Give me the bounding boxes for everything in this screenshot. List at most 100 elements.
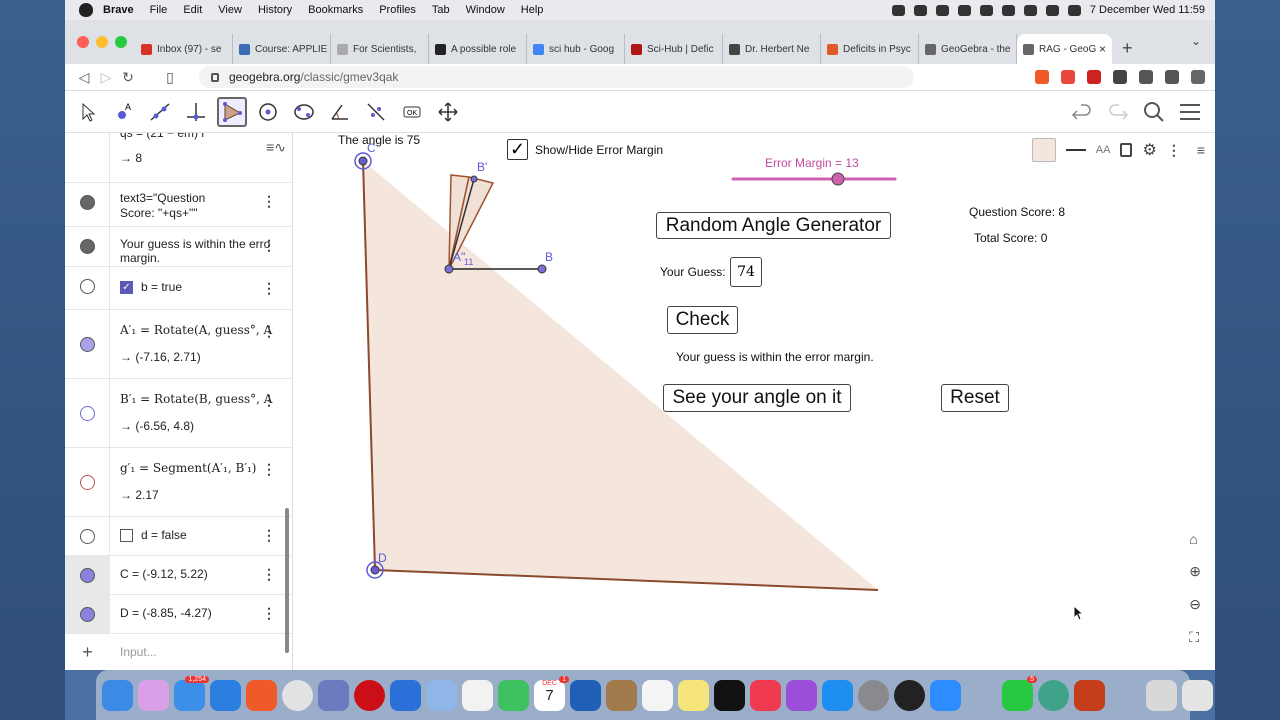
more-options-icon[interactable]: ⋮ (262, 193, 276, 210)
settings-gear-icon[interactable]: ⚙ (1142, 140, 1156, 160)
redo-icon[interactable] (1107, 103, 1129, 121)
bookmark-icon[interactable]: ▯ (159, 69, 181, 86)
algebra-row-b1[interactable]: B′₁ = Rotate(B, guess°, A → (-6.56, 4.8) … (65, 379, 292, 448)
system-preferences-icon[interactable] (858, 679, 889, 711)
reflect-tool-icon[interactable] (361, 97, 391, 127)
marble[interactable] (65, 183, 110, 226)
powerpoint-icon[interactable] (1074, 679, 1105, 711)
minimize-window-button[interactable] (96, 36, 108, 48)
algebra-input-row[interactable]: + Input... (65, 634, 292, 670)
wifi-icon[interactable] (1023, 4, 1037, 16)
tab-2[interactable]: For Scientists, (331, 34, 429, 64)
more-options-icon[interactable]: ⋮ (262, 461, 276, 478)
new-tab-button[interactable]: + (1122, 34, 1133, 64)
point-b[interactable] (537, 264, 547, 274)
tab-3[interactable]: A possible role (429, 34, 527, 64)
podcasts-icon[interactable] (786, 679, 817, 711)
sidebar-icon[interactable] (1139, 70, 1153, 84)
menu-window[interactable]: Window (466, 4, 505, 16)
add-icon[interactable]: + (65, 634, 110, 670)
menu-help[interactable]: Help (521, 4, 544, 16)
perpendicular-tool-icon[interactable] (181, 97, 211, 127)
undo-icon[interactable] (1071, 103, 1093, 121)
facetime-icon[interactable] (498, 679, 529, 711)
algebra-sort-icon[interactable]: ≡∿ (266, 139, 286, 156)
control-center-icon[interactable] (1067, 4, 1081, 16)
tab-search-chevron-icon[interactable]: ⌄ (1191, 34, 1201, 48)
fullscreen-icon[interactable]: ⛶ (1189, 629, 1201, 646)
music-icon[interactable] (750, 679, 781, 711)
text-style-icon[interactable]: AA (1096, 144, 1111, 156)
reload-button[interactable]: ↻ (117, 69, 139, 86)
more-options-icon[interactable]: ⋮ (262, 527, 276, 544)
back-button[interactable]: ◁ (73, 69, 95, 86)
menu-view[interactable]: View (218, 4, 242, 16)
whatsapp-icon[interactable]: 5 (1002, 675, 1037, 711)
checkbox-d[interactable] (120, 529, 133, 543)
safari-icon[interactable] (210, 679, 241, 711)
menu-tab[interactable]: Tab (432, 4, 450, 16)
search-icon[interactable] (1143, 101, 1165, 123)
more-options-icon[interactable]: ⋮ (262, 323, 276, 340)
marble[interactable] (65, 310, 110, 378)
lock-icon[interactable] (211, 72, 219, 82)
notes-icon[interactable] (678, 679, 709, 711)
algebra-row-g1[interactable]: g′₁ = Segment(A′₁, B′₁) → 2.17 ⋮ (65, 448, 292, 517)
algebra-row-a1[interactable]: A′₁ = Rotate(A, guess°, A → (-7.16, 2.71)… (65, 310, 292, 379)
algebra-row-c[interactable]: C = (-9.12, 5.22) ⋮ (65, 556, 292, 595)
finder-icon[interactable] (102, 679, 133, 711)
brave-shields-icon[interactable] (1035, 70, 1049, 84)
mouse-icon[interactable] (979, 4, 993, 16)
opera-icon[interactable] (354, 679, 385, 711)
app-store-icon[interactable] (822, 679, 853, 711)
apple-icon[interactable] (79, 3, 93, 17)
tab-0[interactable]: Inbox (97) - se (135, 34, 233, 64)
algebra-row-d[interactable]: d = false ⋮ (65, 517, 292, 556)
algebra-row-qs[interactable]: qs = (21 − em) i → 8 ≡∿ (65, 133, 292, 183)
vpn-app-icon[interactable] (1038, 679, 1069, 711)
tab-5[interactable]: Sci-Hub | Defic (625, 34, 723, 64)
tab-1[interactable]: Course: APPLIE (233, 34, 331, 64)
more-options-icon[interactable]: ⋮ (262, 605, 276, 622)
mail-icon[interactable]: 1,254 (174, 675, 209, 711)
slider-handle[interactable] (831, 172, 845, 186)
point-tool-icon[interactable]: A (109, 97, 139, 127)
marble[interactable] (65, 517, 110, 555)
more-options-icon[interactable]: ⋮ (262, 237, 276, 254)
wallet-icon[interactable] (1165, 70, 1179, 84)
more-options-icon[interactable]: ⋮ (262, 566, 276, 583)
trash-icon[interactable] (1182, 679, 1213, 711)
menu-edit[interactable]: Edit (183, 4, 202, 16)
check-button[interactable]: Check (667, 306, 738, 334)
forward-button[interactable]: ▷ (95, 69, 117, 86)
autocad-icon[interactable] (390, 679, 421, 711)
polygon-tool-icon[interactable] (217, 96, 247, 127)
menu-icon[interactable] (1191, 70, 1205, 84)
guess-input[interactable]: 74 (730, 257, 762, 287)
point-a[interactable] (444, 264, 454, 274)
battery-icon[interactable] (1001, 4, 1015, 16)
preview-icon[interactable] (318, 679, 349, 711)
word-icon[interactable] (570, 679, 601, 711)
marble[interactable] (65, 267, 110, 309)
hamburger-menu-icon[interactable] (1179, 102, 1201, 122)
chrome-icon[interactable] (282, 679, 313, 711)
cloud-icon[interactable] (913, 4, 927, 16)
brave-rewards-icon[interactable] (1061, 70, 1075, 84)
menu-file[interactable]: File (150, 4, 168, 16)
reminders-icon[interactable] (642, 679, 673, 711)
toggle-stylebar-icon[interactable]: ≡ (1197, 142, 1205, 158)
more-icon[interactable]: ⋮ (1167, 142, 1181, 159)
marble[interactable] (65, 556, 110, 594)
more-options-icon[interactable]: ⋮ (262, 392, 276, 409)
checkbox-b[interactable]: ✓ (120, 281, 133, 295)
tab-7[interactable]: Deficits in Psyc (821, 34, 919, 64)
tab-4[interactable]: sci hub - Goog (527, 34, 625, 64)
algebra-input[interactable]: Input... (110, 634, 292, 670)
vpn-icon[interactable] (935, 4, 949, 16)
menu-profiles[interactable]: Profiles (379, 4, 416, 16)
puzzle-icon[interactable] (1113, 70, 1127, 84)
point-c[interactable] (358, 156, 368, 166)
menu-history[interactable]: History (258, 4, 292, 16)
circle-tool-icon[interactable] (253, 97, 283, 127)
